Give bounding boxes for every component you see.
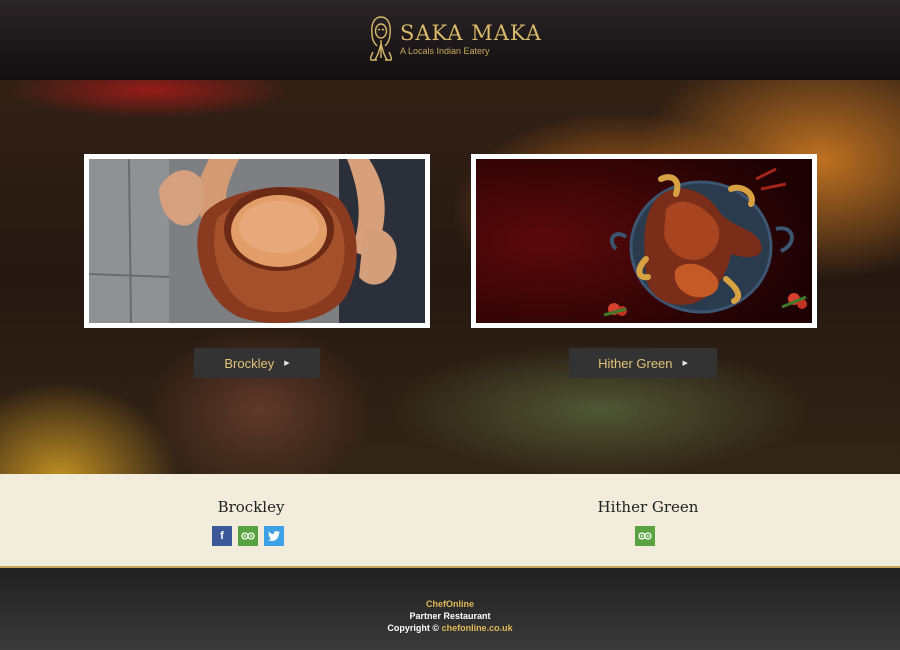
- facebook-icon[interactable]: f: [212, 526, 232, 546]
- location-name-brockley: Brockley: [217, 498, 285, 516]
- site-footer: ChefOnline Partner Restaurant Copyright …: [0, 566, 900, 650]
- logo-title: SAKA MAKA: [400, 20, 542, 45]
- tripadvisor-icon[interactable]: [238, 526, 258, 546]
- brockley-photo[interactable]: [84, 154, 430, 328]
- triangle-right-icon: ▶: [682, 360, 688, 367]
- twitter-icon[interactable]: [264, 526, 284, 546]
- namaste-logo-icon: [369, 16, 393, 61]
- site-header: SAKA MAKA A Locals Indian Eatery: [0, 0, 900, 80]
- hither-green-button-label: Hither Green: [598, 355, 673, 371]
- hero-banner: Brockley ▶ Hither Green ▶: [0, 80, 900, 474]
- footer-brand-link[interactable]: ChefOnline: [0, 598, 900, 610]
- tripadvisor-icon[interactable]: [635, 526, 655, 546]
- roast-chicken-photo: [476, 159, 812, 323]
- brockley-button[interactable]: Brockley ▶: [194, 348, 320, 378]
- triangle-right-icon: ▶: [284, 360, 290, 367]
- copyright-text: Copyright ©: [387, 623, 440, 633]
- brockley-social-links: f: [212, 526, 284, 546]
- hither-green-photo[interactable]: [471, 154, 817, 328]
- location-name-hither-green: Hither Green: [597, 498, 699, 516]
- footer-tagline: Partner Restaurant: [409, 611, 491, 621]
- locations-section: Brockley f Hither Green: [0, 474, 900, 566]
- brockley-button-label: Brockley: [224, 355, 275, 371]
- clay-chai-cup-photo: [89, 159, 425, 323]
- logo-subtitle: A Locals Indian Eatery: [400, 45, 490, 56]
- chefonline-link[interactable]: chefonline.co.uk: [442, 623, 513, 633]
- hither-green-button[interactable]: Hither Green ▶: [569, 348, 717, 378]
- footer-copyright: Copyright © chefonline.co.uk: [0, 622, 900, 634]
- site-logo[interactable]: SAKA MAKA A Locals Indian Eatery: [367, 14, 542, 62]
- hither-green-social-links: [635, 526, 655, 546]
